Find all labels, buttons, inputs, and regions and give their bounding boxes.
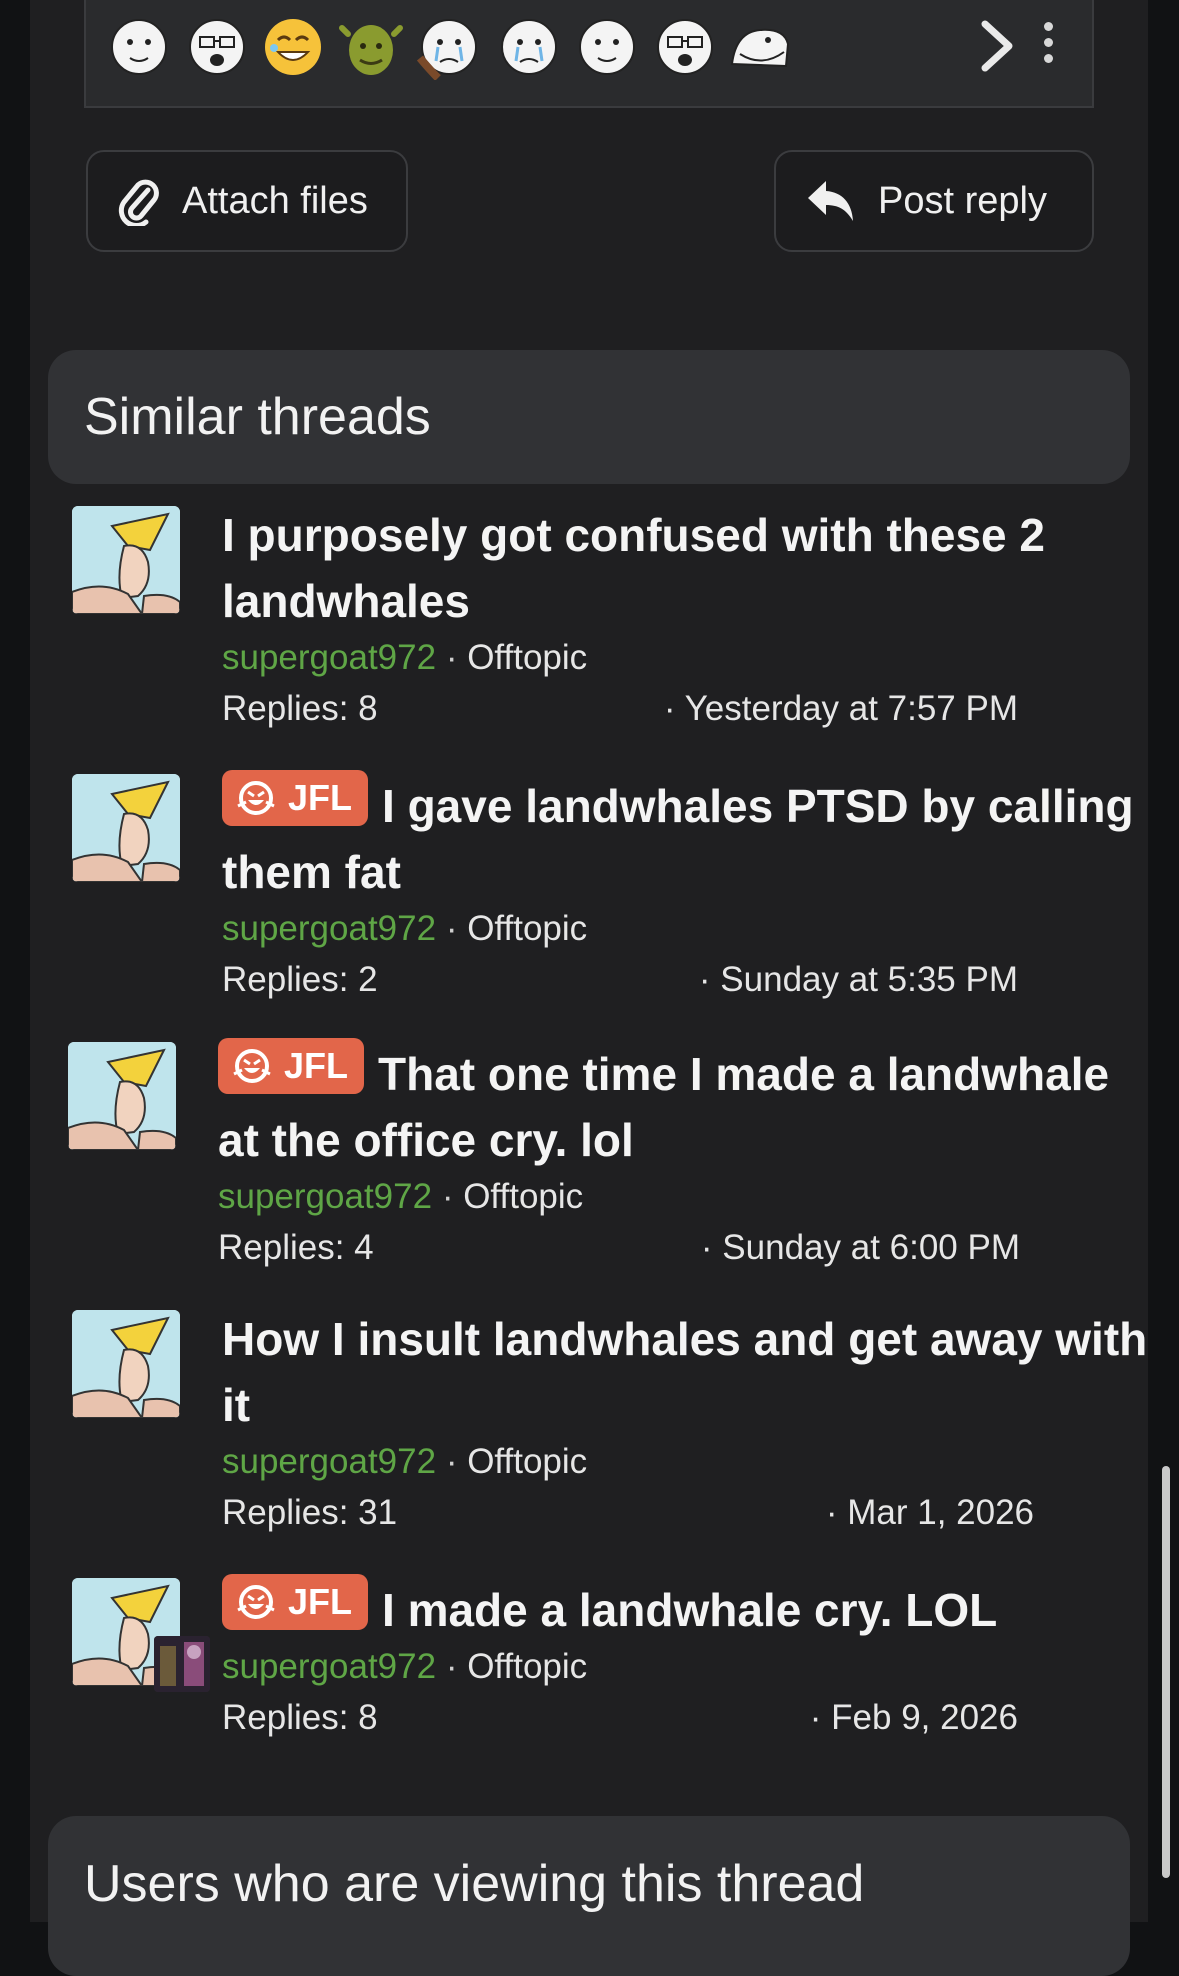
cringe-smile-icon[interactable] xyxy=(260,14,326,80)
thread-body: How I insult landwhales and get away wit… xyxy=(222,1310,1162,1542)
laughing-icon xyxy=(237,1585,275,1619)
shrek-icon[interactable] xyxy=(338,14,404,80)
last-post-date[interactable]: · Mar 1, 2026 xyxy=(826,1484,1034,1542)
author-link[interactable]: supergoat972 xyxy=(218,1177,432,1216)
thread-body: JFL That one time I made a landwhale at t… xyxy=(218,1038,1158,1277)
similar-threads-heading: Similar threads xyxy=(48,350,1130,484)
post-reply-button[interactable]: Post reply xyxy=(774,150,1094,252)
thread-title-link[interactable]: I purposely got confused with these 2 la… xyxy=(222,502,1162,634)
author-link[interactable]: supergoat972 xyxy=(222,638,436,677)
emoji-bar xyxy=(84,0,1094,108)
thread-body: I purposely got confused with these 2 la… xyxy=(222,506,1162,738)
thread-title[interactable]: I purposely got confused with these 2 la… xyxy=(222,509,1045,627)
prefix-label: JFL xyxy=(284,1045,349,1086)
forum-link[interactable]: Offtopic xyxy=(467,909,587,948)
wojak-tears-icon[interactable] xyxy=(496,14,562,80)
paperclip-icon xyxy=(118,179,159,226)
jfl-prefix-badge[interactable]: JFL xyxy=(222,770,369,826)
last-post-date[interactable]: · Sunday at 5:35 PM xyxy=(699,951,1018,1009)
wojak-smug-icon[interactable] xyxy=(106,14,172,80)
meta-separator: · xyxy=(445,1442,458,1481)
scrollbar[interactable] xyxy=(1162,1466,1170,1878)
author-link[interactable]: supergoat972 xyxy=(222,1442,436,1481)
avatar[interactable] xyxy=(72,1310,180,1418)
reply-count: Replies: 8 xyxy=(222,1698,378,1737)
reply-count: Replies: 31 xyxy=(222,1493,398,1532)
attach-files-button[interactable]: Attach files xyxy=(86,150,408,252)
meta-separator: · xyxy=(445,909,458,948)
wojak-crying-icon[interactable] xyxy=(416,14,482,80)
thread-title[interactable]: I made a landwhale cry. LOL xyxy=(382,1584,997,1636)
jfl-prefix-badge[interactable]: JFL xyxy=(218,1038,365,1094)
reply-arrow-icon xyxy=(808,181,853,221)
meta-separator: · xyxy=(445,1647,458,1686)
avatar[interactable] xyxy=(72,774,180,882)
prefix-label: JFL xyxy=(288,777,353,818)
thread-title-link[interactable]: JFL That one time I made a landwhale at t… xyxy=(218,1038,1158,1173)
wojak-grin-icon[interactable] xyxy=(574,14,640,80)
wojak-nerd-icon[interactable] xyxy=(652,14,718,80)
wojak-glasses-icon[interactable] xyxy=(184,14,250,80)
laughing-icon xyxy=(237,781,275,815)
post-reply-label: Post reply xyxy=(878,179,1047,222)
reply-count: Replies: 2 xyxy=(222,960,378,999)
thread-stats: Replies: 8 · Feb 9, 2026 xyxy=(222,1689,1018,1747)
laughing-icon xyxy=(233,1049,271,1083)
forum-link[interactable]: Offtopic xyxy=(467,638,587,677)
thread-title-link[interactable]: JFL I gave landwhales PTSD by calling the… xyxy=(222,770,1162,905)
thread-stats: Replies: 8 · Yesterday at 7:57 PM xyxy=(222,680,1018,738)
attach-files-label: Attach files xyxy=(182,179,368,222)
reply-count: Replies: 8 xyxy=(222,689,378,728)
small-avatar[interactable] xyxy=(154,1636,210,1692)
thread-title-link[interactable]: JFL I made a landwhale cry. LOL xyxy=(222,1574,1162,1643)
reply-count: Replies: 4 xyxy=(218,1228,374,1267)
thread-meta: supergoat972 · Offtopic xyxy=(218,1175,1158,1219)
thread-stats: Replies: 31 · Mar 1, 2026 xyxy=(222,1484,1034,1542)
thread-meta: supergoat972 · Offtopic xyxy=(222,1440,1162,1484)
last-post-date[interactable]: · Yesterday at 7:57 PM xyxy=(664,680,1018,738)
avatar[interactable] xyxy=(68,1042,176,1150)
troll-face-icon[interactable] xyxy=(726,14,792,80)
vertical-ellipsis-icon[interactable] xyxy=(1036,22,1060,72)
users-viewing-heading: Users who are viewing this thread xyxy=(48,1816,1130,1976)
last-post-date[interactable]: · Feb 9, 2026 xyxy=(810,1689,1018,1747)
thread-title-link[interactable]: How I insult landwhales and get away wit… xyxy=(222,1306,1162,1438)
avatar[interactable] xyxy=(72,506,180,614)
meta-separator: · xyxy=(441,1177,454,1216)
author-link[interactable]: supergoat972 xyxy=(222,909,436,948)
author-link[interactable]: supergoat972 xyxy=(222,1647,436,1686)
thread-stats: Replies: 4 · Sunday at 6:00 PM xyxy=(218,1219,1020,1277)
thread-body: JFL I made a landwhale cry. LOL supergoat9… xyxy=(222,1574,1162,1747)
thread-meta: supergoat972 · Offtopic xyxy=(222,1645,1162,1689)
thread-meta: supergoat972 · Offtopic xyxy=(222,907,1162,951)
jfl-prefix-badge[interactable]: JFL xyxy=(222,1574,369,1630)
chevron-right-icon[interactable] xyxy=(972,18,1022,78)
thread-stats: Replies: 2 · Sunday at 5:35 PM xyxy=(222,951,1018,1009)
meta-separator: · xyxy=(445,638,458,677)
thread-body: JFL I gave landwhales PTSD by calling the… xyxy=(222,770,1162,1009)
last-post-date[interactable]: · Sunday at 6:00 PM xyxy=(701,1219,1020,1277)
thread-title[interactable]: How I insult landwhales and get away wit… xyxy=(222,1313,1147,1431)
forum-link[interactable]: Offtopic xyxy=(467,1647,587,1686)
prefix-label: JFL xyxy=(288,1581,353,1622)
thread-meta: supergoat972 · Offtopic xyxy=(222,636,1162,680)
forum-link[interactable]: Offtopic xyxy=(467,1442,587,1481)
forum-link[interactable]: Offtopic xyxy=(463,1177,583,1216)
